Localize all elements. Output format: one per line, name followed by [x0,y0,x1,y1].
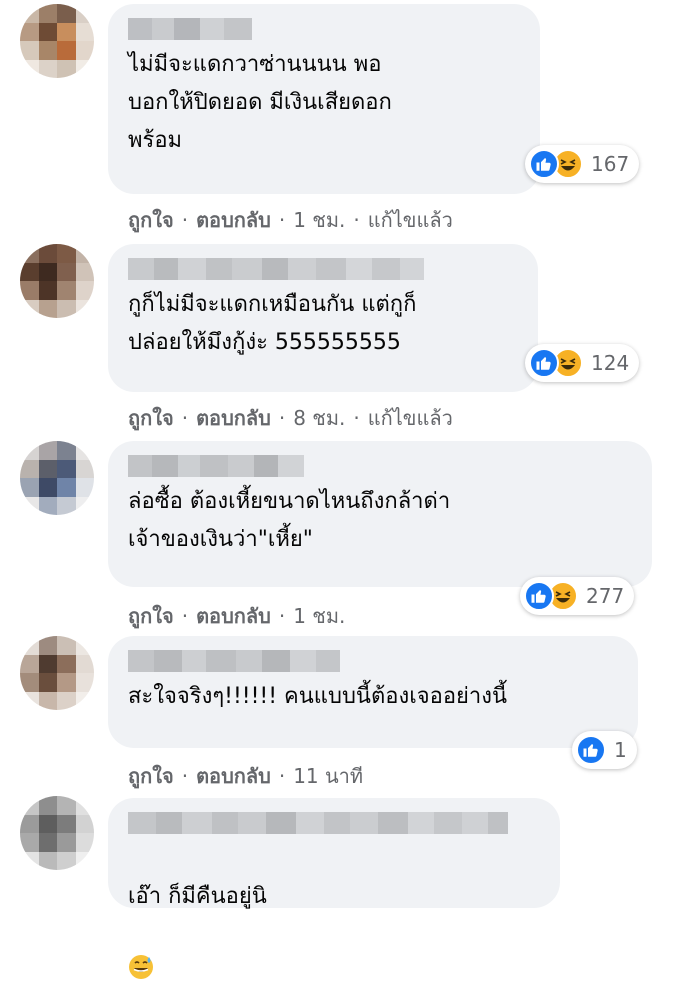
separator-dot: · [278,406,286,430]
timestamp[interactable]: 1 ชม. [293,600,345,632]
comment-actions: ถูกใจ · ตอบกลับ · 1 ชม. · แก้ไขแล้ว [128,204,453,236]
separator-dot: · [353,208,360,232]
like-reaction-icon [576,735,606,765]
like-reaction-icon [529,149,559,179]
separator-dot: · [278,208,286,232]
avatar[interactable] [20,636,94,710]
reaction-count: 1 [614,738,627,762]
like-reaction-icon [529,348,559,378]
blurred-author-name[interactable] [128,455,632,477]
edited-label[interactable]: แก้ไขแล้ว [368,204,453,236]
timestamp[interactable]: 8 ชม. [293,402,345,434]
timestamp[interactable]: 11 นาที [293,760,363,792]
comment-bubble: กูก็ไม่มีจะแดกเหมือนกัน แต่กูก็ ปล่อยให้… [108,244,538,392]
timestamp[interactable]: 1 ชม. [293,204,345,236]
comment-text: กูก็ไม่มีจะแดกเหมือนกัน แต่กูก็ ปล่อยให้… [128,292,417,355]
comment-bubble: ไม่มีจะแดกวาซ่านนนน พอ บอกให้ปิดยอด มีเง… [108,4,540,194]
avatar[interactable] [20,4,94,78]
comment-text: สะใจจริงๆ!!!!!! คนแบบนี้ต้องเจออย่างนี้ [128,684,508,709]
comment-text: ล่อซื้อ ต้องเหี้ยขนาดไหนถึงกล้าด่า เจ้าข… [128,489,451,552]
reaction-count: 167 [591,152,630,176]
reaction-summary[interactable]: 167 [525,145,640,183]
comment-bubble: ล่อซื้อ ต้องเหี้ยขนาดไหนถึงกล้าด่า เจ้าข… [108,441,652,587]
reaction-count: 124 [591,351,630,375]
separator-dot: · [278,604,286,628]
reply-link[interactable]: ตอบกลับ [196,760,271,792]
blurred-author-name[interactable] [128,18,520,40]
reaction-summary[interactable]: 124 [525,344,640,382]
blurred-author-name[interactable] [128,258,518,280]
avatar[interactable] [20,796,94,870]
reaction-summary[interactable]: 1 [572,731,637,769]
separator-dot: · [181,208,189,232]
reply-link[interactable]: ตอบกลับ [196,600,271,632]
separator-dot: · [353,406,360,430]
like-reaction-icon [524,581,554,611]
like-link[interactable]: ถูกใจ [128,760,174,792]
reply-link[interactable]: ตอบกลับ [196,204,271,236]
comment-actions: ถูกใจ · ตอบกลับ · 8 ชม. · แก้ไขแล้ว [128,402,453,434]
avatar[interactable] [20,244,94,318]
reaction-summary[interactable]: 277 [520,577,635,615]
separator-dot: · [181,604,189,628]
blurred-author-name[interactable] [128,650,618,672]
comment-text-content: เอ๊า ก็มีคืนอยู่นิ [128,884,267,909]
like-link[interactable]: ถูกใจ [128,204,174,236]
comment-text: เอ๊า ก็มีคืนอยู่นิ [128,840,540,993]
like-link[interactable]: ถูกใจ [128,402,174,434]
reply-link[interactable]: ตอบกลับ [196,402,271,434]
edited-label[interactable]: แก้ไขแล้ว [368,402,453,434]
reaction-count: 277 [586,584,625,608]
comment-bubble: เอ๊า ก็มีคืนอยู่นิ [108,798,560,979]
comment-actions: ถูกใจ · ตอบกลับ · 11 นาที [128,760,363,792]
avatar[interactable] [20,441,94,515]
comment-text: ไม่มีจะแดกวาซ่านนนน พอ บอกให้ปิดยอด มีเง… [128,52,392,153]
separator-dot: · [278,764,286,788]
separator-dot: · [181,406,189,430]
comment-actions: ถูกใจ · ตอบกลับ · 1 ชม. [128,600,345,632]
blurred-author-name[interactable] [128,812,540,834]
like-link[interactable]: ถูกใจ [128,600,174,632]
comment-bubble: สะใจจริงๆ!!!!!! คนแบบนี้ต้องเจออย่างนี้ [108,636,638,748]
separator-dot: · [181,764,189,788]
grinning-sweat-emoji-icon [128,916,154,993]
